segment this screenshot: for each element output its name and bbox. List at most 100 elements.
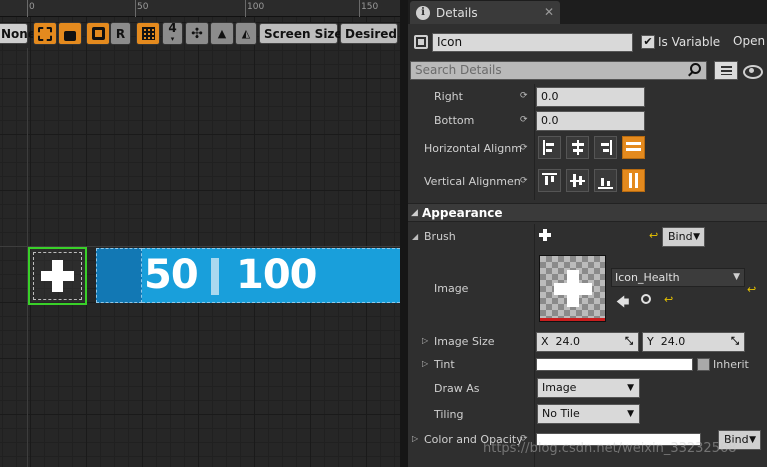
brush-plus-icon bbox=[539, 228, 551, 242]
layout-button[interactable] bbox=[86, 22, 110, 45]
select-mode-button[interactable] bbox=[33, 22, 57, 45]
icon-widget[interactable] bbox=[28, 247, 87, 305]
drag-handle-icon: ⤡ bbox=[731, 336, 739, 347]
halign-fill-button[interactable] bbox=[622, 136, 645, 159]
bottom-label: Bottom bbox=[434, 114, 475, 127]
caret-down-icon: ▼ bbox=[627, 409, 634, 419]
bind-label: Bind bbox=[668, 230, 693, 243]
reset-icon[interactable]: ↩ bbox=[747, 283, 756, 296]
transform-button[interactable]: ✣ bbox=[185, 22, 209, 45]
draw-as-dropdown[interactable]: Image ▼ bbox=[537, 378, 640, 398]
y-value: 24.0 bbox=[660, 335, 686, 348]
x-value: 24.0 bbox=[555, 335, 581, 348]
desired-dropdown[interactable]: Desired▼ bbox=[340, 23, 398, 44]
link-icon: ⟳ bbox=[520, 176, 528, 186]
ruler-label: 100 bbox=[247, 2, 265, 12]
caret-down-icon: ▼ bbox=[749, 435, 756, 445]
desired-label: Desired bbox=[345, 26, 398, 41]
draw-as-value: Image bbox=[542, 381, 577, 394]
image-thumbnail[interactable] bbox=[539, 255, 606, 322]
horizontal-ruler: 0 50 100 150 bbox=[0, 0, 400, 17]
screen-size-label: Screen Size bbox=[264, 26, 343, 41]
halign-right-button[interactable] bbox=[594, 136, 617, 159]
flip-button[interactable]: ◭ bbox=[235, 22, 257, 45]
tab-strip: i Details ✕ bbox=[408, 0, 767, 24]
tiling-dropdown[interactable]: No Tile ▼ bbox=[537, 404, 640, 424]
browse-icon[interactable] bbox=[641, 294, 651, 304]
select-icon bbox=[38, 26, 52, 41]
current-value-text[interactable]: 50 bbox=[144, 252, 199, 298]
bottom-input[interactable]: 0.0 bbox=[536, 111, 645, 131]
expand-arrow-icon[interactable]: ▷ bbox=[422, 336, 428, 345]
ruler-label: 0 bbox=[29, 2, 35, 12]
column-divider[interactable] bbox=[534, 224, 535, 467]
max-value-text[interactable]: 100 bbox=[236, 252, 317, 298]
screen-size-dropdown[interactable]: Screen Size▼ bbox=[259, 23, 352, 44]
search-icon bbox=[690, 63, 701, 74]
none-dropdown[interactable]: None bbox=[0, 23, 36, 44]
tab-details[interactable]: i Details ✕ bbox=[410, 1, 560, 24]
panel-splitter[interactable] bbox=[400, 0, 408, 467]
halign-left-button[interactable] bbox=[538, 136, 561, 159]
grid-size-button[interactable]: 4 ▾ bbox=[162, 22, 183, 45]
open-button[interactable]: Open bbox=[733, 34, 765, 48]
tint-color-swatch[interactable] bbox=[536, 358, 693, 371]
inherit-checkbox[interactable] bbox=[697, 358, 710, 371]
expand-arrow-icon[interactable]: ◢ bbox=[412, 232, 418, 241]
widget-type-icon bbox=[414, 35, 428, 49]
tiling-value: No Tile bbox=[542, 407, 580, 420]
health-bar-widget[interactable]: 50 100 bbox=[96, 248, 400, 303]
thumbnail-underline bbox=[540, 318, 605, 321]
canvas-toolbar: None R 4 ▾ ✣ ▲ ◭ Screen Size▼ Desired▼ bbox=[0, 20, 400, 48]
image-asset-name: Icon_Health bbox=[615, 271, 680, 284]
right-label: Right bbox=[434, 90, 463, 103]
valign-top-button[interactable] bbox=[538, 169, 561, 192]
valign-center-button[interactable] bbox=[566, 169, 589, 192]
right-input[interactable]: 0.0 bbox=[536, 87, 645, 107]
widget-name-input[interactable]: Icon bbox=[432, 33, 633, 52]
image-size-y-input[interactable]: Y 24.0 ⤡ bbox=[642, 332, 745, 352]
grid-snap-button[interactable] bbox=[136, 22, 160, 45]
reset-icon[interactable]: ↩ bbox=[649, 229, 658, 242]
ruler-tick bbox=[27, 0, 28, 17]
search-details-input[interactable]: Search Details bbox=[410, 61, 707, 80]
expand-arrow-icon[interactable]: ▷ bbox=[412, 434, 418, 443]
flip-icon: ◭ bbox=[241, 27, 251, 40]
image-asset-dropdown[interactable]: Icon_Health ▼ bbox=[611, 268, 745, 287]
link-icon: ⟳ bbox=[520, 143, 528, 153]
ruler-tick bbox=[359, 0, 360, 17]
property-matrix-button[interactable] bbox=[714, 61, 738, 80]
details-panel: i Details ✕ Icon ✔ Is Variable Open Sear… bbox=[408, 0, 767, 467]
appearance-title: Appearance bbox=[422, 206, 503, 220]
lock-button[interactable] bbox=[58, 22, 82, 45]
r-button[interactable]: R bbox=[110, 22, 131, 45]
valign-fill-button[interactable] bbox=[622, 169, 645, 192]
expand-arrow-icon[interactable]: ▷ bbox=[422, 359, 428, 368]
bind-button[interactable]: Bind ▼ bbox=[662, 227, 705, 247]
grid-size-value: 4 bbox=[168, 20, 177, 35]
image-size-label: Image Size bbox=[434, 335, 495, 348]
ruler-tick bbox=[245, 0, 246, 17]
bar-left-segment bbox=[96, 248, 142, 303]
designer-canvas[interactable]: 0 50 100 150 None R 4 ▾ ✣ ▲ ◭ Screen Siz… bbox=[0, 0, 400, 467]
valign-bottom-button[interactable] bbox=[594, 169, 617, 192]
tiling-label: Tiling bbox=[434, 408, 464, 421]
reset-icon[interactable]: ↩ bbox=[664, 293, 673, 306]
is-variable-checkbox[interactable]: ✔ bbox=[641, 35, 655, 49]
y-label: Y bbox=[647, 335, 654, 348]
column-divider[interactable] bbox=[534, 84, 535, 200]
use-selected-icon[interactable]: 🡄 bbox=[616, 293, 629, 315]
eye-icon[interactable] bbox=[742, 63, 763, 79]
tint-label: Tint bbox=[434, 358, 455, 371]
none-label: None bbox=[1, 26, 36, 41]
image-size-x-input[interactable]: X 24.0 ⤡ bbox=[536, 332, 639, 352]
appearance-section-header[interactable]: ◢ Appearance bbox=[408, 203, 767, 222]
brush-label: Brush bbox=[424, 230, 456, 243]
drag-handle-icon: ⤡ bbox=[625, 336, 633, 347]
is-variable-label: Is Variable bbox=[658, 35, 721, 49]
image-button[interactable]: ▲ bbox=[210, 22, 234, 45]
close-icon[interactable]: ✕ bbox=[544, 5, 554, 19]
vertical-alignment-label: Vertical Alignmen bbox=[424, 175, 521, 188]
halign-center-button[interactable] bbox=[566, 136, 589, 159]
lock-icon bbox=[64, 30, 76, 41]
